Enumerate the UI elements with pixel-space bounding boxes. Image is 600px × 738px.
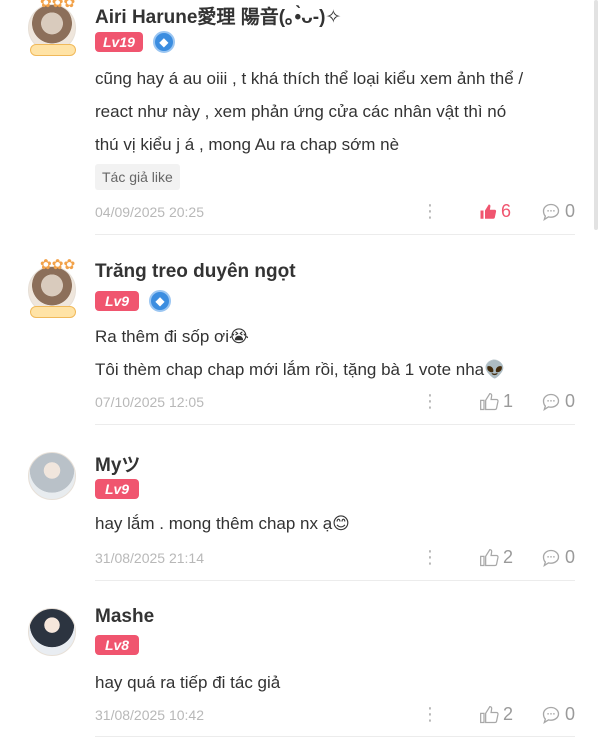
comment-date: 31/08/2025 21:14 <box>95 550 204 566</box>
level-badge: Lv8 <box>95 635 139 655</box>
user-badges: Lv9 ◆ <box>95 290 171 312</box>
comment-text: Ra thêm đi sốp ơi😭 Tôi thèm chap chap mớ… <box>95 320 575 386</box>
comment-item: ✿✿✿ Trăng treo duyên ngọt Lv9 ◆ Ra thêm … <box>0 252 600 428</box>
comment-date: 07/10/2025 12:05 <box>95 394 204 410</box>
more-vertical-icon[interactable]: ⋮ <box>421 704 439 725</box>
like-count: 2 <box>503 704 514 724</box>
reply-count: 0 <box>565 704 576 724</box>
like-button[interactable]: 2 <box>479 547 513 568</box>
like-button[interactable]: 1 <box>479 391 513 412</box>
divider <box>95 736 575 737</box>
chat-bubble-icon <box>542 549 560 567</box>
comment-line: cũng hay á au oiii , t khá thích thể loạ… <box>95 69 524 88</box>
thumbs-up-icon <box>480 204 497 219</box>
reply-button[interactable]: 0 <box>541 201 575 222</box>
comment-line: hay quá ra tiếp đi tác giả <box>95 673 281 692</box>
avatar[interactable]: ✿✿✿ <box>24 0 80 56</box>
level-badge: Lv19 <box>95 32 143 52</box>
chat-bubble-icon <box>542 203 560 221</box>
level-badge: Lv9 <box>95 479 139 499</box>
reply-button[interactable]: 0 <box>541 391 575 412</box>
reply-count: 0 <box>565 547 576 567</box>
level-badge: Lv9 <box>95 291 139 311</box>
avatar[interactable] <box>24 448 80 504</box>
comment-line: hay lắm . mong thêm chap nx ạ😊 <box>95 514 350 533</box>
medal-icon: ◆ <box>152 31 175 53</box>
chat-bubble-icon <box>542 393 560 411</box>
username[interactable]: Trăng treo duyên ngọt <box>95 261 296 283</box>
comment-line: react như này , xem phản ứng cửa các nhâ… <box>95 102 507 121</box>
username[interactable]: Airi Harune愛理 陽音(｡•̀ᴗ-)✧ <box>95 2 341 29</box>
avatar-frame-icon: ✿✿✿ <box>40 256 76 272</box>
comment-line: Tôi thèm chap chap mới lắm rồi, tặng bà … <box>95 360 506 379</box>
comment-line: Ra thêm đi sốp ơi😭 <box>95 327 249 346</box>
like-button[interactable]: 2 <box>479 704 513 725</box>
comment-text: hay quá ra tiếp đi tác giả <box>95 666 575 699</box>
comment-text: hay lắm . mong thêm chap nx ạ😊 <box>95 507 575 540</box>
comment-meta: 31/08/2025 21:14 ⋮ 2 0 <box>95 547 575 571</box>
avatar[interactable] <box>24 604 80 660</box>
comment-text: cũng hay á au oiii , t khá thích thể loạ… <box>95 62 575 161</box>
more-vertical-icon[interactable]: ⋮ <box>421 547 439 568</box>
user-badges: Lv9 <box>95 479 139 499</box>
thumbs-up-icon <box>480 705 499 723</box>
more-vertical-icon[interactable]: ⋮ <box>421 201 439 222</box>
like-button[interactable]: 6 <box>479 201 511 222</box>
author-liked-tag: Tác giả like <box>95 164 180 190</box>
username[interactable]: Myツ <box>95 450 140 477</box>
avatar[interactable]: ✿✿✿ <box>24 256 80 318</box>
medal-icon: ◆ <box>149 290 171 312</box>
divider <box>95 580 575 581</box>
comment-item: ✿✿✿ Airi Harune愛理 陽音(｡•̀ᴗ-)✧ Lv19 ◆ cũng… <box>0 0 600 236</box>
scrollbar[interactable] <box>594 0 598 230</box>
reply-button[interactable]: 0 <box>541 547 575 568</box>
thumbs-up-icon <box>480 548 499 566</box>
avatar-frame-icon: ✿✿✿ <box>40 0 76 10</box>
more-vertical-icon[interactable]: ⋮ <box>421 391 439 412</box>
chat-bubble-icon <box>542 706 560 724</box>
comment-date: 04/09/2025 20:25 <box>95 204 204 220</box>
comment-meta: 31/08/2025 10:42 ⋮ 2 0 <box>95 704 575 728</box>
reply-button[interactable]: 0 <box>541 704 575 725</box>
reply-count: 0 <box>565 201 576 221</box>
reply-count: 0 <box>565 391 576 411</box>
user-badges: Lv8 <box>95 635 139 655</box>
comment-line: thú vị kiểu j á , mong Au ra chap sớm nè <box>95 135 400 154</box>
comment-meta: 04/09/2025 20:25 ⋮ 6 0 <box>95 201 575 225</box>
comment-meta: 07/10/2025 12:05 ⋮ 1 0 <box>95 391 575 415</box>
username[interactable]: Mashe <box>95 606 154 628</box>
like-count: 1 <box>503 391 514 411</box>
like-count: 2 <box>503 547 514 567</box>
like-count: 6 <box>501 201 512 221</box>
comment-date: 31/08/2025 10:42 <box>95 707 204 723</box>
divider <box>95 424 575 425</box>
user-badges: Lv19 ◆ <box>95 31 175 53</box>
thumbs-up-icon <box>480 392 499 410</box>
comment-item: Myツ Lv9 hay lắm . mong thêm chap nx ạ😊 3… <box>0 444 600 584</box>
comment-item: Mashe Lv8 hay quá ra tiếp đi tác giả 31/… <box>0 600 600 738</box>
divider <box>95 234 575 235</box>
